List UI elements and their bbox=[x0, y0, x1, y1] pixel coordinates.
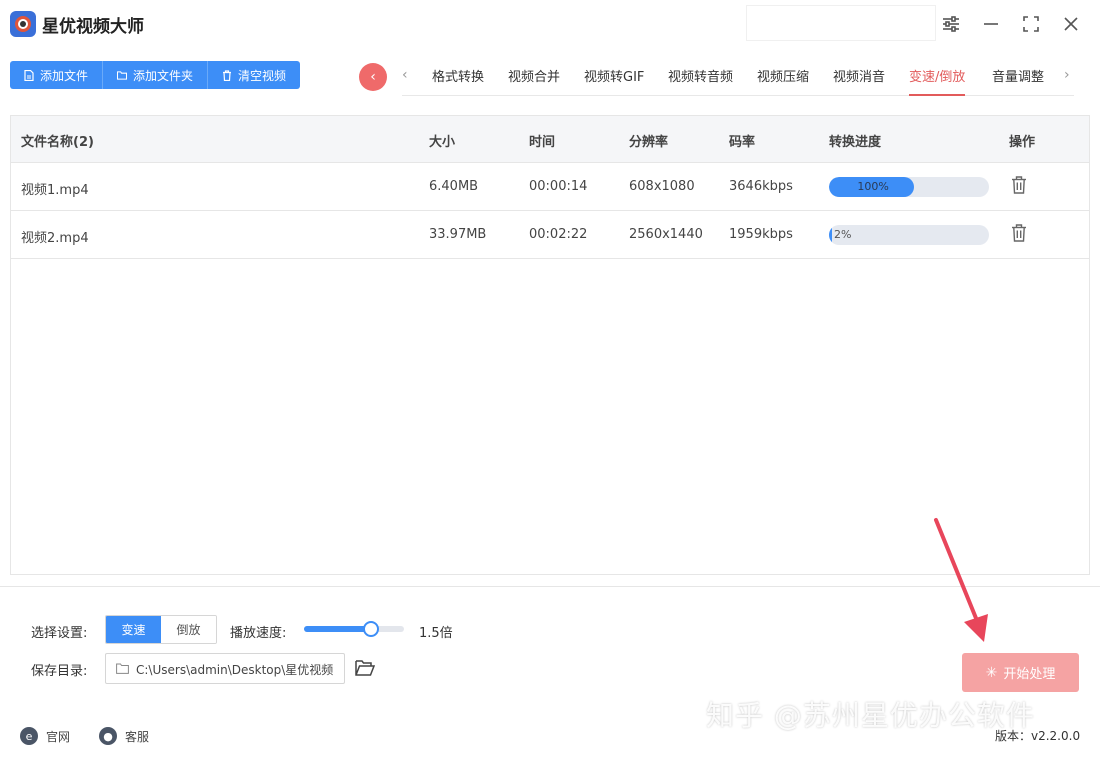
mode-label: 选择设置: bbox=[31, 626, 88, 641]
tab-volume-adjust[interactable]: 音量调整 bbox=[992, 66, 1044, 94]
table-header: 文件名称(2) 大小 时间 分辨率 码率 转换进度 操作 bbox=[11, 116, 1089, 163]
function-tabs: 格式转换 视频合并 视频转GIF 视频转音频 视频压缩 视频消音 变速/倒放 音… bbox=[402, 58, 1074, 96]
save-path-field[interactable]: C:\Users\admin\Desktop\星优视频 bbox=[105, 653, 345, 684]
cell-size: 6.40MB bbox=[429, 179, 479, 194]
cell-bitrate: 3646kbps bbox=[729, 179, 793, 194]
mode-speed-button[interactable]: 变速 bbox=[106, 616, 161, 643]
progress-fill bbox=[829, 225, 833, 245]
close-icon[interactable] bbox=[1056, 10, 1086, 38]
official-site-label: 官网 bbox=[46, 729, 71, 744]
table-row[interactable]: 视频1.mp4 6.40MB 00:00:14 608x1080 3646kbp… bbox=[11, 163, 1089, 211]
ie-globe-icon: e bbox=[20, 727, 38, 745]
watermark-text: 知乎 @苏州星优办公软件 bbox=[706, 699, 1035, 732]
chevron-left-circle-icon[interactable]: ‹ bbox=[359, 63, 387, 91]
tab-format-convert[interactable]: 格式转换 bbox=[432, 66, 484, 94]
header-bitrate: 码率 bbox=[729, 135, 756, 150]
minimize-icon[interactable] bbox=[976, 10, 1006, 38]
file-icon bbox=[24, 69, 34, 81]
start-processing-button[interactable]: ✳ 开始处理 bbox=[962, 653, 1079, 692]
settings-sliders-icon[interactable] bbox=[936, 10, 966, 38]
folder-outline-icon bbox=[116, 663, 129, 674]
tab-video-compress[interactable]: 视频压缩 bbox=[757, 66, 809, 94]
header-time: 时间 bbox=[529, 135, 556, 150]
delete-trash-icon[interactable] bbox=[1011, 176, 1027, 194]
add-folder-button[interactable]: 添加文件夹 bbox=[103, 61, 209, 89]
cell-time: 00:00:14 bbox=[529, 179, 588, 194]
speed-slider[interactable] bbox=[304, 621, 404, 637]
header-progress: 转换进度 bbox=[829, 135, 882, 150]
customer-service-label: 客服 bbox=[125, 729, 150, 744]
header-resolution: 分辨率 bbox=[629, 135, 669, 150]
speed-slider-fill bbox=[304, 626, 371, 632]
tabs-scroll-right-icon[interactable]: › bbox=[1064, 67, 1070, 83]
mode-segmented-control: 变速 倒放 bbox=[105, 615, 217, 644]
tab-video-to-gif[interactable]: 视频转GIF bbox=[584, 66, 644, 94]
chat-bubble-icon: ● bbox=[99, 727, 117, 745]
annotation-arrow bbox=[934, 518, 988, 642]
maximize-icon[interactable] bbox=[1016, 10, 1046, 38]
cell-file-name: 视频1.mp4 bbox=[21, 183, 89, 198]
progress-bar: 2% bbox=[829, 225, 989, 245]
progress-bar: 100% bbox=[829, 177, 989, 197]
tab-speed-reverse[interactable]: 变速/倒放 bbox=[909, 66, 966, 96]
progress-label: 2% bbox=[834, 228, 852, 241]
app-logo-icon bbox=[10, 11, 36, 37]
official-site-link[interactable]: e 官网 bbox=[20, 727, 70, 745]
title-bar: 星优视频大师 bbox=[0, 0, 1100, 50]
header-file-name: 文件名称(2) bbox=[21, 135, 94, 150]
folder-icon bbox=[117, 70, 128, 80]
tab-video-merge[interactable]: 视频合并 bbox=[508, 66, 560, 94]
tab-video-to-audio[interactable]: 视频转音频 bbox=[668, 66, 733, 94]
speed-value: 1.5倍 bbox=[419, 626, 453, 641]
header-size: 大小 bbox=[429, 135, 456, 150]
cell-time: 00:02:22 bbox=[529, 227, 588, 242]
cell-resolution: 2560x1440 bbox=[629, 227, 703, 242]
cell-bitrate: 1959kbps bbox=[729, 227, 793, 242]
app-title: 星优视频大师 bbox=[42, 17, 144, 37]
clear-videos-label: 清空视频 bbox=[238, 68, 287, 83]
table-row[interactable]: 视频2.mp4 33.97MB 00:02:22 2560x1440 1959k… bbox=[11, 211, 1089, 259]
add-folder-label: 添加文件夹 bbox=[133, 68, 194, 83]
header-action: 操作 bbox=[1009, 135, 1036, 150]
customer-service-link[interactable]: ● 客服 bbox=[99, 727, 149, 745]
spinner-icon: ✳ bbox=[985, 664, 998, 681]
save-path-text: C:\Users\admin\Desktop\星优视频 bbox=[136, 663, 334, 677]
cell-resolution: 608x1080 bbox=[629, 179, 695, 194]
progress-label: 100% bbox=[857, 180, 889, 193]
open-folder-icon[interactable] bbox=[355, 659, 375, 677]
mode-reverse-button[interactable]: 倒放 bbox=[161, 616, 216, 643]
save-dir-label: 保存目录: bbox=[31, 664, 88, 679]
clear-videos-button[interactable]: 清空视频 bbox=[208, 61, 301, 89]
title-blank-area bbox=[746, 5, 936, 41]
start-processing-label: 开始处理 bbox=[1003, 667, 1056, 682]
tab-video-mute[interactable]: 视频消音 bbox=[833, 66, 885, 94]
cell-file-name: 视频2.mp4 bbox=[21, 231, 89, 246]
add-file-button[interactable]: 添加文件 bbox=[10, 61, 104, 89]
speed-slider-thumb[interactable] bbox=[363, 621, 379, 637]
speed-label: 播放速度: bbox=[230, 626, 287, 641]
file-table: 文件名称(2) 大小 时间 分辨率 码率 转换进度 操作 视频1.mp4 6.4… bbox=[10, 115, 1090, 575]
trash-icon bbox=[223, 69, 232, 81]
add-file-label: 添加文件 bbox=[40, 68, 89, 83]
delete-trash-icon[interactable] bbox=[1011, 224, 1027, 242]
cell-size: 33.97MB bbox=[429, 227, 487, 242]
file-button-group: 添加文件 添加文件夹 清空视频 bbox=[10, 61, 301, 89]
